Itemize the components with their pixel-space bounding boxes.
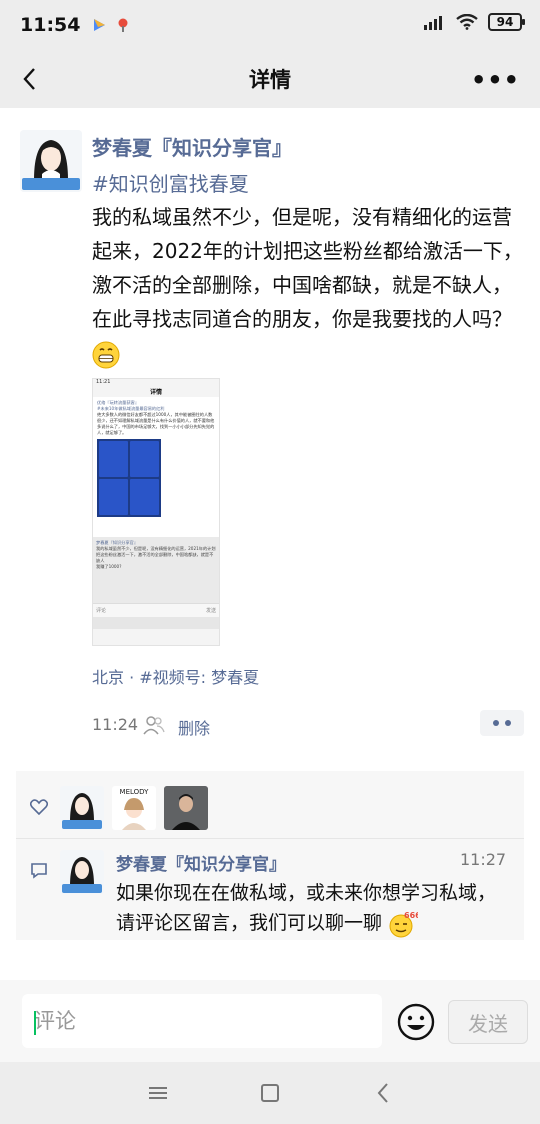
back-arrow-icon[interactable]: [16, 64, 46, 94]
post-text: 我的私域虽然不少，但是呢，没有精细化的运营起来，2022年的计划把这些粉丝都给激…: [92, 200, 524, 370]
grin-emoji-icon: [92, 341, 120, 368]
moment-detail: 梦春夏『知识分享官』 #知识创富找春夏 我的私域虽然不少，但是呢，没有精细化的运…: [0, 108, 540, 980]
thumb-comment-body: 我的私域虽然不少，但是呢，没有精细化的运营，2021年的计划把这些粉丝激活一下，…: [96, 546, 216, 563]
more-options-icon[interactable]: •••: [471, 66, 520, 94]
interactions-panel: MELODY 梦春夏『知识分享官』 11:27 如果你现在在做私域，或未来你想学…: [16, 771, 524, 940]
thumb-chart-image: [97, 439, 161, 517]
comment-input-bar: 评论 发送: [0, 980, 540, 1062]
author-avatar[interactable]: [20, 130, 82, 192]
system-nav-bar: [0, 1062, 540, 1124]
thumb-status: 11:21: [96, 379, 111, 385]
recent-apps-icon[interactable]: [149, 1086, 167, 1100]
home-icon[interactable]: [261, 1084, 279, 1102]
like-avatar[interactable]: [164, 786, 208, 830]
comment-body: 如果你现在在做私域，或未来你想学习私域，请评论区留言，我们可以聊一聊: [116, 882, 497, 934]
wifi-icon: [456, 14, 478, 30]
send-button[interactable]: 发送: [448, 1000, 528, 1044]
text-caret: [34, 1011, 36, 1035]
like-comment-menu-button[interactable]: [480, 710, 524, 736]
post-time: 11:24: [92, 715, 139, 734]
666-emoji-icon: 666: [389, 911, 418, 937]
emoji-label: 666: [404, 911, 418, 920]
like-avatar[interactable]: MELODY: [112, 786, 156, 830]
status-time: 11:54: [20, 14, 81, 36]
comment-time: 11:27: [460, 850, 507, 869]
avatar-image: MELODY: [112, 786, 156, 830]
battery-icon: 94: [488, 13, 525, 31]
thumb-post: 优络『玩转流量获客』 #未来10年做私域流量最容易的红利 绝大多数人的微信好友都…: [93, 397, 219, 537]
comment-bubble-icon: [31, 863, 47, 879]
post-body: 我的私域虽然不少，但是呢，没有精细化的运营起来，2022年的计划把这些粉丝都给激…: [92, 205, 523, 331]
thumb-input-placeholder: 评论: [96, 608, 107, 614]
top-nav: 详情 •••: [0, 50, 540, 108]
thumb-comments: 梦春夏『知识分享官』 我的私域虽然不少，但是呢，没有精细化的运营，2021年的计…: [93, 537, 219, 603]
melody-label: MELODY: [120, 788, 150, 796]
emoji-picker-icon[interactable]: [396, 1002, 436, 1042]
post-image[interactable]: 11:21 详情 优络『玩转流量获客』 #未来10年做私域流量最容易的红利 绝大…: [92, 378, 220, 646]
comment-input[interactable]: 评论: [22, 994, 382, 1048]
avatar-image: [60, 786, 104, 830]
likes-row: MELODY: [16, 771, 524, 839]
delete-button[interactable]: 删除: [178, 715, 210, 739]
comment-item[interactable]: 梦春夏『知识分享官』 11:27 如果你现在在做私域，或未来你想学习私域，请评论…: [16, 840, 524, 940]
post-author[interactable]: 梦春夏『知识分享官』: [92, 132, 292, 161]
status-bar: 11:54 94: [0, 0, 540, 50]
thumb-title: 详情: [149, 389, 162, 396]
avatar-image: [164, 786, 208, 830]
thumb-send: 发送: [205, 608, 216, 614]
post-location[interactable]: 北京 · #视频号: 梦春夏: [92, 664, 259, 688]
page-title: 详情: [249, 68, 291, 92]
comment-text: 如果你现在在做私域，或未来你想学习私域，请评论区留言，我们可以聊一聊 666: [116, 878, 511, 938]
heart-icon: [30, 799, 48, 815]
signal-icon: [424, 16, 442, 30]
thumb-sysbar: [93, 617, 219, 629]
location-app-icon: [118, 18, 128, 32]
comment-author[interactable]: 梦春夏『知识分享官』: [116, 850, 286, 875]
like-avatar[interactable]: [60, 786, 104, 830]
thumb-body: 绝大多数人的微信好友都不超过1000人，其中能被圈住的人数很少，还不如理解私域流…: [97, 412, 215, 435]
dot-icon: [505, 720, 511, 726]
post-hashtag[interactable]: #知识创富找春夏: [92, 168, 249, 197]
system-back-icon[interactable]: [374, 1082, 392, 1104]
thumb-input: 评论 发送: [93, 603, 219, 617]
commenter-avatar[interactable]: [60, 850, 104, 894]
video-app-icon: [94, 19, 106, 31]
author-avatar-image: [20, 130, 82, 192]
dot-icon: [493, 720, 499, 726]
visibility-people-icon: [143, 716, 165, 735]
avatar-image: [60, 850, 104, 894]
thumb-reply: 我赚了1000?: [96, 564, 122, 569]
